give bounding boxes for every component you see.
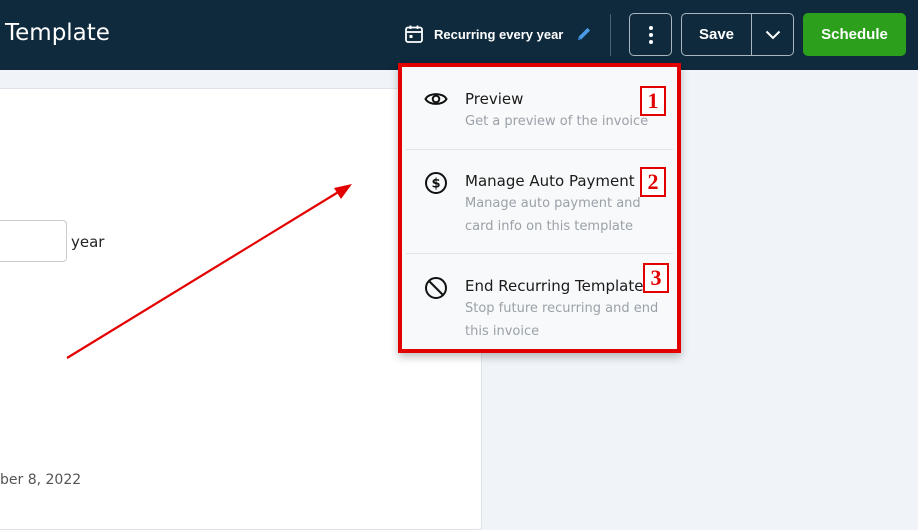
menu-item-description: Stop future recurring and end this invoi… bbox=[465, 301, 659, 339]
eye-icon bbox=[424, 93, 448, 105]
svg-text:$: $ bbox=[431, 177, 440, 192]
menu-item-preview[interactable]: Preview Get a preview of the invoice 1 bbox=[402, 67, 677, 149]
more-options-menu: Preview Get a preview of the invoice 1 $… bbox=[398, 63, 681, 353]
year-label: year bbox=[71, 233, 105, 251]
menu-item-end-recurring-template[interactable]: End Recurring Template Stop future recur… bbox=[402, 254, 677, 349]
menu-item-description: Get a preview of the invoice bbox=[465, 114, 649, 129]
end-date-text: ber 8, 2022 bbox=[0, 472, 82, 488]
menu-item-manage-auto-payment[interactable]: $ Manage Auto Payment Manage auto paymen… bbox=[402, 150, 677, 254]
kebab-dot bbox=[648, 39, 653, 44]
save-dropdown-button[interactable] bbox=[752, 14, 793, 55]
save-split-button: Save bbox=[681, 13, 794, 56]
menu-item-label: Preview bbox=[465, 90, 524, 108]
kebab-dot bbox=[648, 32, 653, 37]
more-options-button[interactable] bbox=[629, 13, 672, 56]
page-title: Template bbox=[5, 20, 110, 46]
annotation-badge: 3 bbox=[643, 263, 669, 293]
save-button[interactable]: Save bbox=[682, 14, 752, 55]
header-divider bbox=[610, 14, 611, 56]
menu-item-description: Manage auto payment and card info on thi… bbox=[465, 196, 641, 234]
kebab-dot bbox=[648, 25, 653, 30]
recurring-schedule[interactable]: Recurring every year bbox=[404, 24, 593, 44]
dollar-circle-icon: $ bbox=[425, 172, 447, 194]
year-interval-input[interactable] bbox=[0, 220, 67, 262]
schedule-button[interactable]: Schedule bbox=[803, 13, 906, 56]
annotation-badge: 1 bbox=[640, 86, 666, 116]
pencil-icon[interactable] bbox=[575, 25, 593, 43]
calendar-icon bbox=[405, 25, 423, 43]
recurring-label: Recurring every year bbox=[434, 26, 564, 42]
top-bar: Template Recurring every year Save Sched… bbox=[0, 0, 918, 70]
annotation-badge: 2 bbox=[640, 167, 666, 197]
menu-item-label: End Recurring Template bbox=[465, 277, 644, 295]
ban-icon bbox=[425, 277, 447, 299]
chevron-down-icon bbox=[765, 30, 780, 39]
menu-item-label: Manage Auto Payment bbox=[465, 172, 635, 190]
